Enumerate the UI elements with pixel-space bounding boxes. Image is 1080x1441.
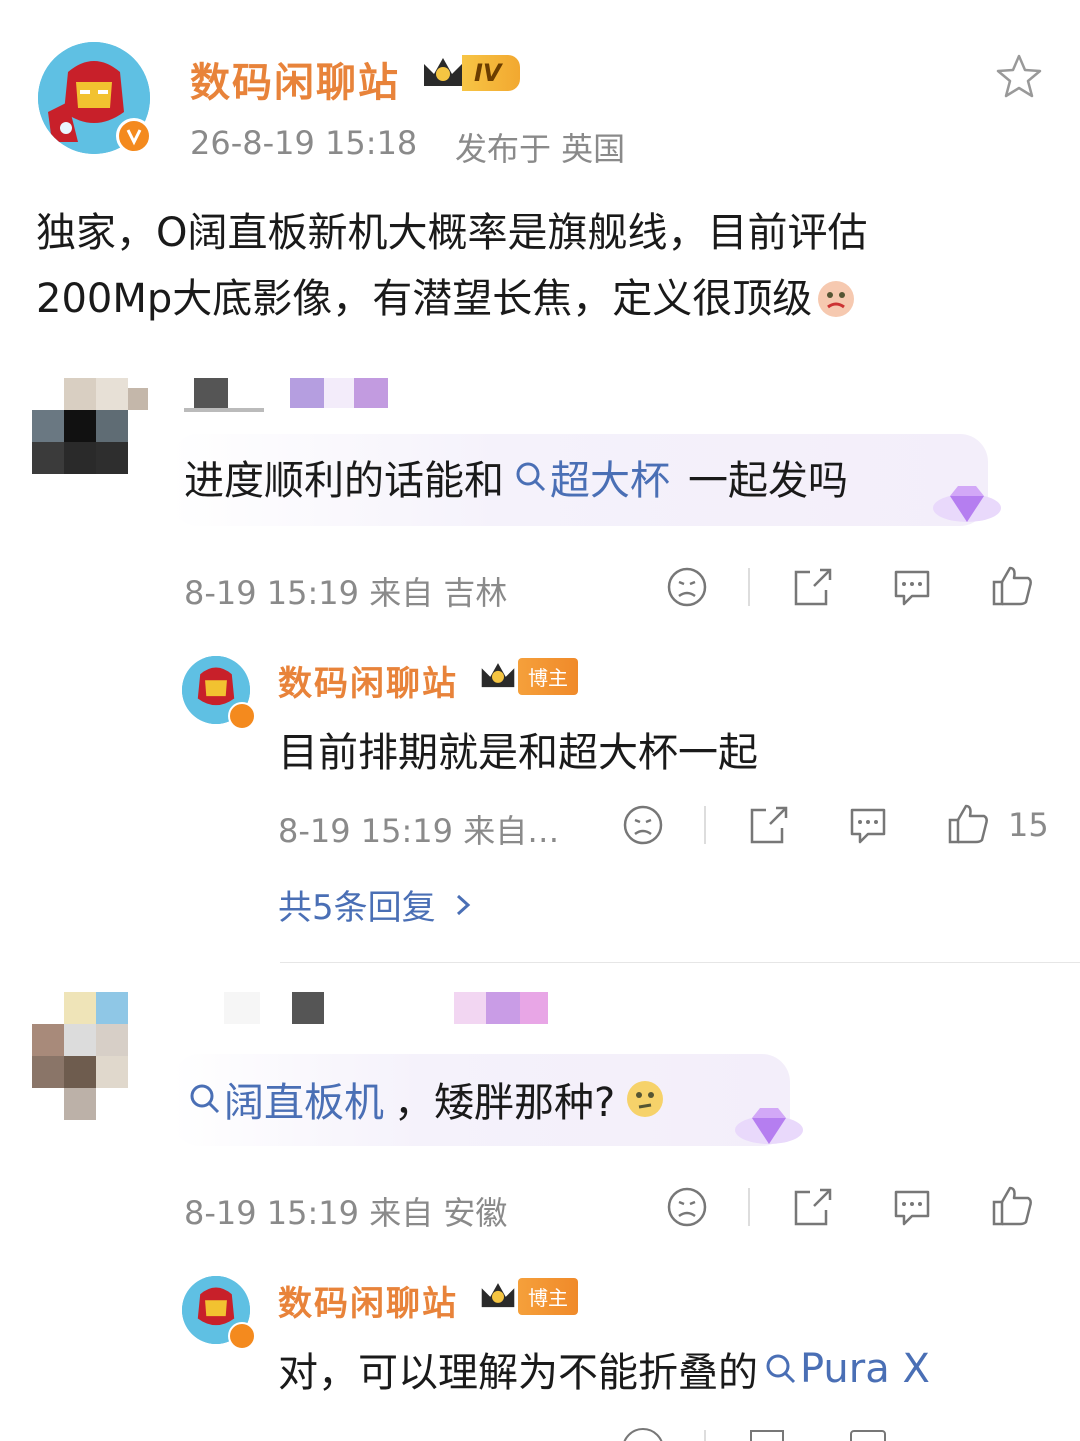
level-badge: IV bbox=[420, 52, 520, 94]
reply2-topic-link[interactable]: Pura X bbox=[800, 1346, 930, 1392]
crown-icon bbox=[424, 58, 462, 86]
diamond-badge-icon bbox=[933, 486, 1001, 522]
post-location: 发布于 英国 bbox=[455, 130, 626, 168]
reply1-meta: 8-19 15:19 来自… bbox=[278, 812, 560, 850]
chevron-right-icon bbox=[456, 894, 470, 915]
commenter-avatar[interactable] bbox=[32, 378, 148, 474]
verified-badge-icon bbox=[116, 118, 152, 154]
post-content-line1: 独家，O阔直板新机大概率是旗舰线，目前评估 bbox=[36, 210, 868, 256]
comment-icon[interactable] bbox=[890, 566, 934, 608]
dislike-icon[interactable] bbox=[666, 1186, 708, 1228]
comment2-text-suffix: ，矮胖那种? bbox=[394, 1080, 616, 1126]
like-icon[interactable] bbox=[990, 564, 1034, 608]
more-replies-label: 共5条回复 bbox=[278, 888, 436, 928]
search-icon bbox=[766, 1354, 796, 1384]
reply1-like-count: 15 bbox=[1008, 806, 1049, 844]
comment1-topic-link[interactable]: 超大杯 bbox=[550, 448, 670, 506]
reply1-author[interactable]: 数码闲聊站 bbox=[278, 656, 458, 705]
reply2-text-prefix: 对，可以理解为不能折叠的 bbox=[278, 1350, 758, 1396]
commenter2-name-redacted bbox=[224, 992, 554, 1028]
comment1-text: 进度顺利的话能和 超大杯 一起发吗 bbox=[184, 448, 848, 506]
post-time: 26-8-19 15:18 bbox=[190, 124, 418, 162]
crown-icon bbox=[481, 1283, 515, 1308]
commenter2-avatar[interactable] bbox=[32, 992, 148, 1122]
action-divider bbox=[748, 568, 750, 606]
comment1-text-prefix: 进度顺利的话能和 bbox=[184, 458, 504, 504]
comment2-topic-link[interactable]: 阔直板机 bbox=[224, 1070, 384, 1128]
share-icon[interactable] bbox=[746, 804, 790, 846]
comment1-meta: 8-19 15:19 来自 吉林 bbox=[184, 574, 508, 612]
search-icon bbox=[516, 462, 546, 492]
more-replies-link[interactable]: 共5条回复 bbox=[278, 880, 476, 929]
comment2-meta: 8-19 15:19 来自 安徽 bbox=[184, 1194, 508, 1232]
reply1-text: 目前排期就是和超大杯一起 bbox=[278, 730, 758, 776]
search-icon bbox=[190, 1084, 220, 1114]
share-icon[interactable] bbox=[790, 1186, 834, 1228]
thinking-emoji-icon bbox=[627, 1081, 664, 1117]
comment-icon[interactable] bbox=[890, 1186, 934, 1228]
level-label: IV bbox=[462, 55, 520, 91]
reply2-author[interactable]: 数码闲聊站 bbox=[278, 1276, 458, 1325]
crown-icon bbox=[481, 663, 515, 688]
comment2-text: 阔直板机 ，矮胖那种? bbox=[188, 1070, 667, 1128]
reply1-verified-icon bbox=[228, 702, 256, 730]
action-divider bbox=[748, 1188, 750, 1226]
reply2-verified-icon bbox=[228, 1322, 256, 1350]
dislike-icon[interactable] bbox=[666, 566, 708, 608]
share-icon[interactable] bbox=[790, 566, 834, 608]
reply2-badges: 博主 bbox=[476, 1277, 578, 1315]
post-content-line2: 200Mp大底影像，有潜望长焦，定义很顶级 bbox=[36, 276, 813, 322]
blogger-badge: 博主 bbox=[518, 1277, 578, 1315]
post-content: 独家，O阔直板新机大概率是旗舰线，目前评估 200Mp大底影像，有潜望长焦，定义… bbox=[36, 200, 1046, 332]
favorite-star-icon[interactable] bbox=[994, 52, 1044, 102]
blogger-badge: 博主 bbox=[518, 657, 578, 695]
comment-separator bbox=[280, 962, 1080, 963]
clipped-action-row bbox=[270, 1422, 1050, 1441]
comment1-text-suffix: 一起发吗 bbox=[688, 458, 848, 504]
commenter-name-redacted bbox=[184, 378, 404, 416]
author-name[interactable]: 数码闲聊站 bbox=[190, 50, 400, 108]
reply2-text: 对，可以理解为不能折叠的 Pura X bbox=[278, 1340, 930, 1398]
like-icon[interactable] bbox=[946, 802, 990, 846]
comment-icon[interactable] bbox=[846, 804, 890, 846]
action-divider bbox=[704, 806, 706, 844]
emoji-icon bbox=[818, 281, 855, 317]
reply1-badges: 博主 bbox=[476, 657, 578, 695]
diamond-badge-icon bbox=[735, 1108, 803, 1144]
like-icon[interactable] bbox=[990, 1184, 1034, 1228]
dislike-icon[interactable] bbox=[622, 804, 664, 846]
